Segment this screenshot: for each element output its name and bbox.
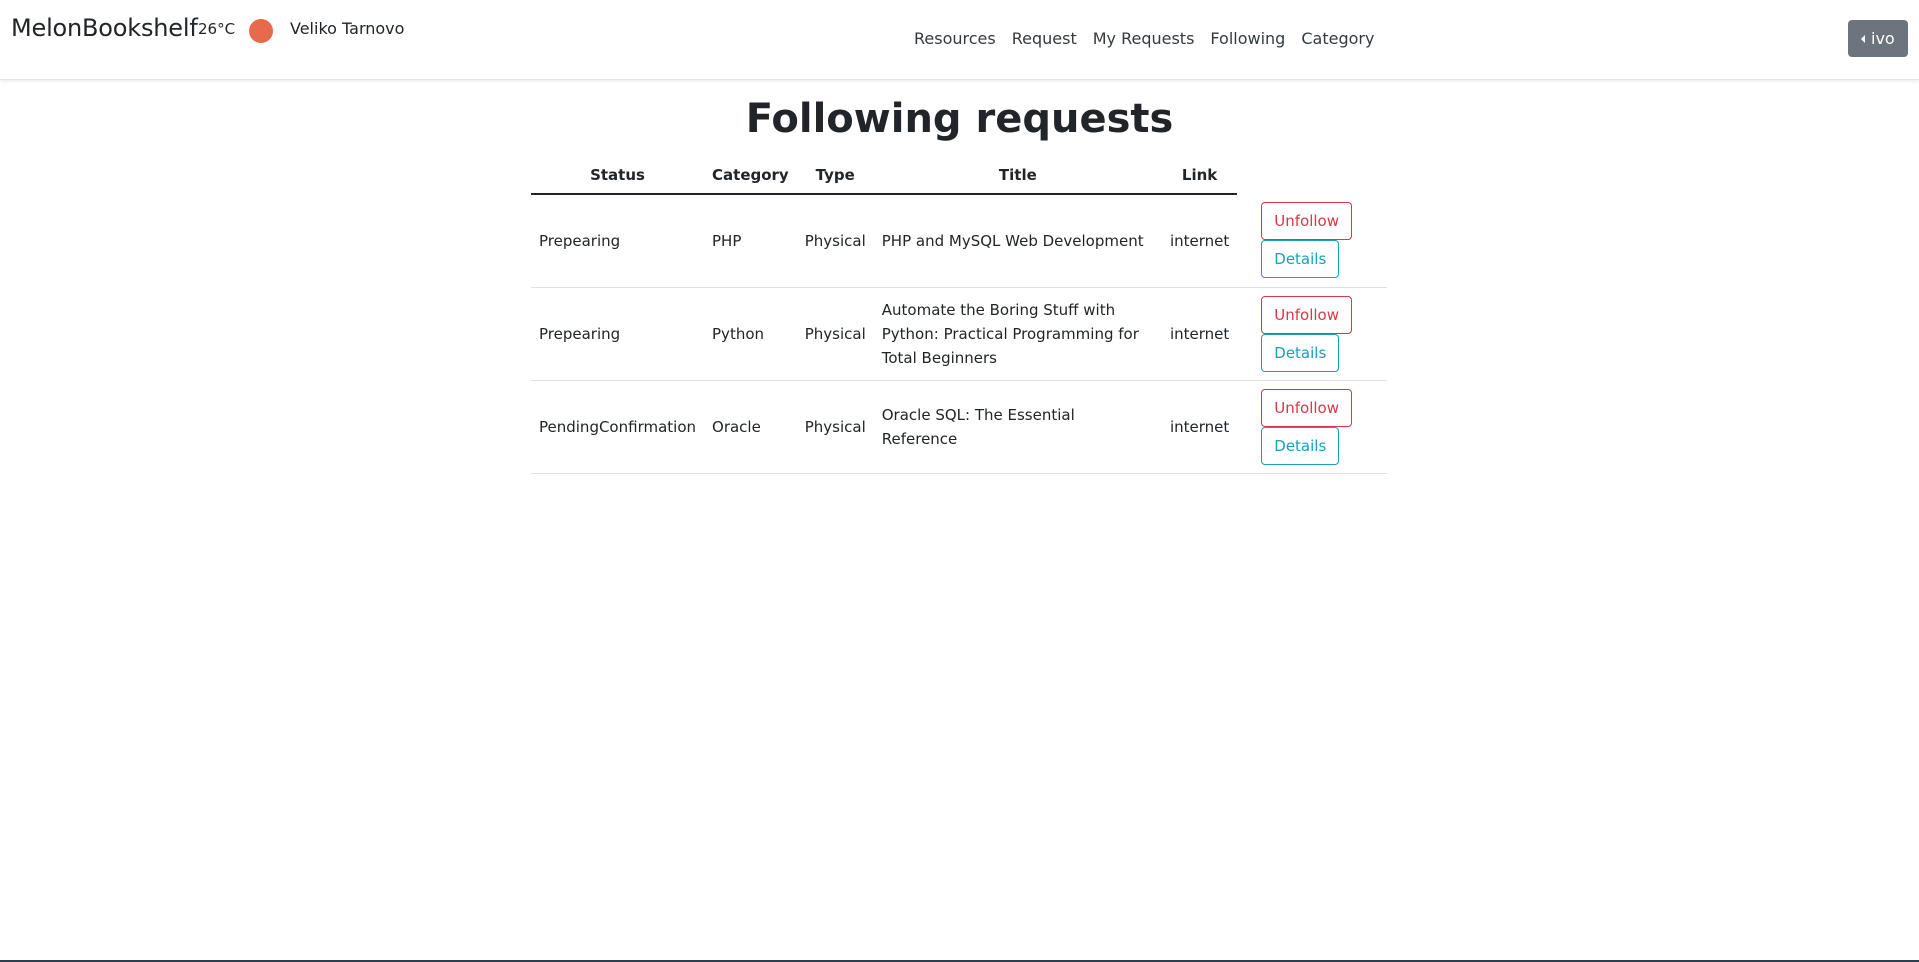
cell-actions: Unfollow Details bbox=[1237, 380, 1387, 474]
table-row: Prepearing Python Physical Automate the … bbox=[531, 287, 1387, 381]
table-row: Prepearing PHP Physical PHP and MySQL We… bbox=[531, 194, 1387, 288]
cell-type: Physical bbox=[796, 194, 874, 288]
unfollow-button[interactable]: Unfollow bbox=[1261, 295, 1352, 334]
details-button[interactable]: Details bbox=[1261, 426, 1340, 465]
user-name: ivo bbox=[1871, 29, 1895, 48]
header-link: Link bbox=[1161, 157, 1238, 195]
weather-temperature: 26°C bbox=[198, 20, 236, 38]
cell-link: internet bbox=[1161, 194, 1238, 288]
main-nav: Resources Request My Requests Following … bbox=[914, 29, 1374, 48]
cell-status: Prepearing bbox=[531, 194, 705, 288]
nav-item-my-requests: My Requests bbox=[1093, 29, 1195, 48]
cell-actions: Unfollow Details bbox=[1237, 194, 1387, 288]
header-status: Status bbox=[531, 157, 705, 195]
nav-link-resources[interactable]: Resources bbox=[914, 29, 996, 48]
nav-link-request[interactable]: Request bbox=[1012, 29, 1077, 48]
table-header-row: Status Category Type Title Link bbox=[531, 157, 1387, 195]
cell-title: Automate the Boring Stuff with Python: P… bbox=[873, 287, 1162, 381]
unfollow-button[interactable]: Unfollow bbox=[1261, 202, 1352, 241]
cell-status: Prepearing bbox=[531, 287, 705, 381]
nav-item-category: Category bbox=[1301, 29, 1374, 48]
table-head: Status Category Type Title Link bbox=[531, 157, 1387, 195]
brand-link[interactable]: MelonBookshelf bbox=[11, 14, 198, 42]
table-body: Prepearing PHP Physical PHP and MySQL We… bbox=[531, 194, 1387, 474]
weather-city: Veliko Tarnovo bbox=[290, 19, 405, 38]
header-title: Title bbox=[873, 157, 1162, 195]
cell-category: PHP bbox=[704, 194, 797, 288]
table-row: PendingConfirmation Oracle Physical Orac… bbox=[531, 380, 1387, 474]
sun-icon bbox=[249, 19, 273, 43]
header-type: Type bbox=[796, 157, 874, 195]
cell-category: Python bbox=[704, 287, 797, 381]
nav-item-following: Following bbox=[1210, 29, 1285, 48]
nav-item-request: Request bbox=[1012, 29, 1077, 48]
header-category: Category bbox=[704, 157, 797, 195]
nav-link-my-requests[interactable]: My Requests bbox=[1093, 29, 1195, 48]
cell-type: Physical bbox=[796, 287, 874, 381]
nav-link-following[interactable]: Following bbox=[1210, 29, 1285, 48]
top-navbar: MelonBookshelf 26°C Veliko Tarnovo Resou… bbox=[0, 0, 1919, 80]
nav-item-resources: Resources bbox=[914, 29, 996, 48]
cell-type: Physical bbox=[796, 380, 874, 474]
caret-left-icon bbox=[1861, 34, 1865, 43]
user-dropdown-button[interactable]: ivo bbox=[1848, 20, 1908, 57]
header-actions bbox=[1237, 157, 1387, 194]
cell-link: internet bbox=[1161, 287, 1238, 381]
cell-link: internet bbox=[1161, 380, 1238, 474]
page-title: Following requests bbox=[745, 96, 1174, 142]
cell-title: PHP and MySQL Web Development bbox=[873, 194, 1162, 288]
unfollow-button[interactable]: Unfollow bbox=[1261, 388, 1352, 427]
cell-title: Oracle SQL: The Essential Reference bbox=[873, 380, 1162, 474]
details-button[interactable]: Details bbox=[1261, 240, 1340, 279]
details-button[interactable]: Details bbox=[1261, 333, 1340, 372]
cell-actions: Unfollow Details bbox=[1237, 287, 1387, 381]
cell-status: PendingConfirmation bbox=[531, 380, 705, 474]
cell-category: Oracle bbox=[704, 380, 797, 474]
nav-link-category[interactable]: Category bbox=[1301, 29, 1374, 48]
following-requests-table: Status Category Type Title Link Prepeari… bbox=[531, 157, 1387, 474]
